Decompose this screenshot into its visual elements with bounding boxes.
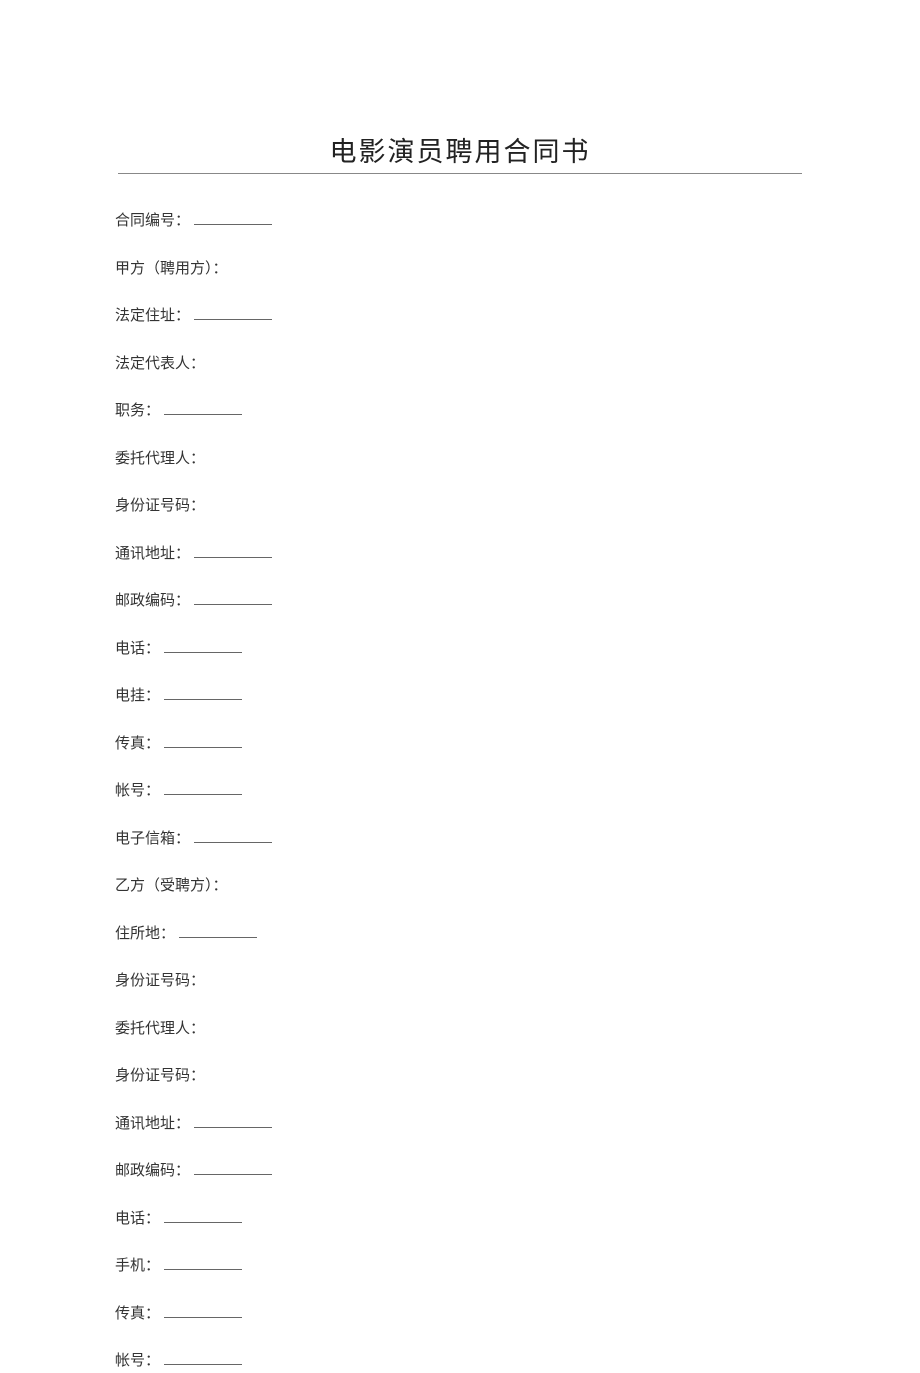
blank-line bbox=[164, 687, 242, 700]
blank-line bbox=[164, 1352, 242, 1365]
blank-line bbox=[164, 1257, 242, 1270]
blank-line bbox=[164, 1210, 242, 1223]
field-row: 身份证号码： bbox=[115, 1065, 805, 1088]
field-row: 法定代表人： bbox=[115, 353, 805, 376]
field-label: 委托代理人： bbox=[115, 448, 205, 471]
field-label: 合同编号： bbox=[115, 210, 190, 233]
field-label: 帐号： bbox=[115, 780, 160, 803]
field-label: 电子信箱： bbox=[115, 828, 190, 851]
field-label: 邮政编码： bbox=[115, 1160, 190, 1183]
field-label: 电话： bbox=[115, 1208, 160, 1231]
blank-line bbox=[194, 1162, 272, 1175]
field-label: 身份证号码： bbox=[115, 495, 205, 518]
field-label: 电话： bbox=[115, 638, 160, 661]
field-row: 电挂： bbox=[115, 685, 805, 708]
blank-line bbox=[164, 735, 242, 748]
document-page: 电影演员聘用合同书 合同编号： 甲方（聘用方）： 法定住址： 法定代表人： 职务： 委托代… bbox=[0, 0, 920, 1373]
blank-line bbox=[164, 402, 242, 415]
blank-line bbox=[164, 1305, 242, 1318]
field-label: 法定代表人： bbox=[115, 353, 205, 376]
field-label: 通讯地址： bbox=[115, 1113, 190, 1136]
field-label: 通讯地址： bbox=[115, 543, 190, 566]
field-row: 通讯地址： bbox=[115, 543, 805, 566]
blank-line bbox=[194, 307, 272, 320]
field-row: 帐号： bbox=[115, 780, 805, 803]
field-row: 传真： bbox=[115, 1303, 805, 1326]
field-row: 职务： bbox=[115, 400, 805, 423]
field-row: 帐号： bbox=[115, 1350, 805, 1373]
field-row: 身份证号码： bbox=[115, 970, 805, 993]
field-label: 传真： bbox=[115, 1303, 160, 1326]
field-row: 委托代理人： bbox=[115, 448, 805, 471]
field-label: 邮政编码： bbox=[115, 590, 190, 613]
field-label: 帐号： bbox=[115, 1350, 160, 1373]
blank-line bbox=[194, 212, 272, 225]
blank-line bbox=[164, 640, 242, 653]
blank-line bbox=[194, 592, 272, 605]
blank-line bbox=[194, 545, 272, 558]
field-row: 通讯地址： bbox=[115, 1113, 805, 1136]
field-label: 手机： bbox=[115, 1255, 160, 1278]
field-row: 电子信箱： bbox=[115, 828, 805, 851]
field-row: 身份证号码： bbox=[115, 495, 805, 518]
field-label: 身份证号码： bbox=[115, 1065, 205, 1088]
field-label: 法定住址： bbox=[115, 305, 190, 328]
blank-line bbox=[179, 925, 257, 938]
title-underline bbox=[118, 173, 802, 174]
field-label: 身份证号码： bbox=[115, 970, 205, 993]
field-row: 乙方（受聘方）： bbox=[115, 875, 805, 898]
field-label: 乙方（受聘方）： bbox=[115, 875, 228, 898]
field-row: 合同编号： bbox=[115, 210, 805, 233]
blank-line bbox=[164, 782, 242, 795]
field-row: 电话： bbox=[115, 1208, 805, 1231]
blank-line bbox=[194, 830, 272, 843]
field-label: 传真： bbox=[115, 733, 160, 756]
field-row: 委托代理人： bbox=[115, 1018, 805, 1041]
field-label: 电挂： bbox=[115, 685, 160, 708]
field-row: 住所地： bbox=[115, 923, 805, 946]
blank-line bbox=[194, 1115, 272, 1128]
field-label: 职务： bbox=[115, 400, 160, 423]
field-row: 邮政编码： bbox=[115, 1160, 805, 1183]
document-title: 电影演员聘用合同书 bbox=[115, 130, 805, 169]
field-row: 邮政编码： bbox=[115, 590, 805, 613]
fields-container: 合同编号： 甲方（聘用方）： 法定住址： 法定代表人： 职务： 委托代理人： 身份证号码： 通… bbox=[115, 210, 805, 1373]
field-row: 传真： bbox=[115, 733, 805, 756]
field-row: 法定住址： bbox=[115, 305, 805, 328]
field-label: 委托代理人： bbox=[115, 1018, 205, 1041]
field-label: 住所地： bbox=[115, 923, 175, 946]
field-row: 手机： bbox=[115, 1255, 805, 1278]
field-row: 电话： bbox=[115, 638, 805, 661]
field-row: 甲方（聘用方）： bbox=[115, 258, 805, 281]
field-label: 甲方（聘用方）： bbox=[115, 258, 228, 281]
